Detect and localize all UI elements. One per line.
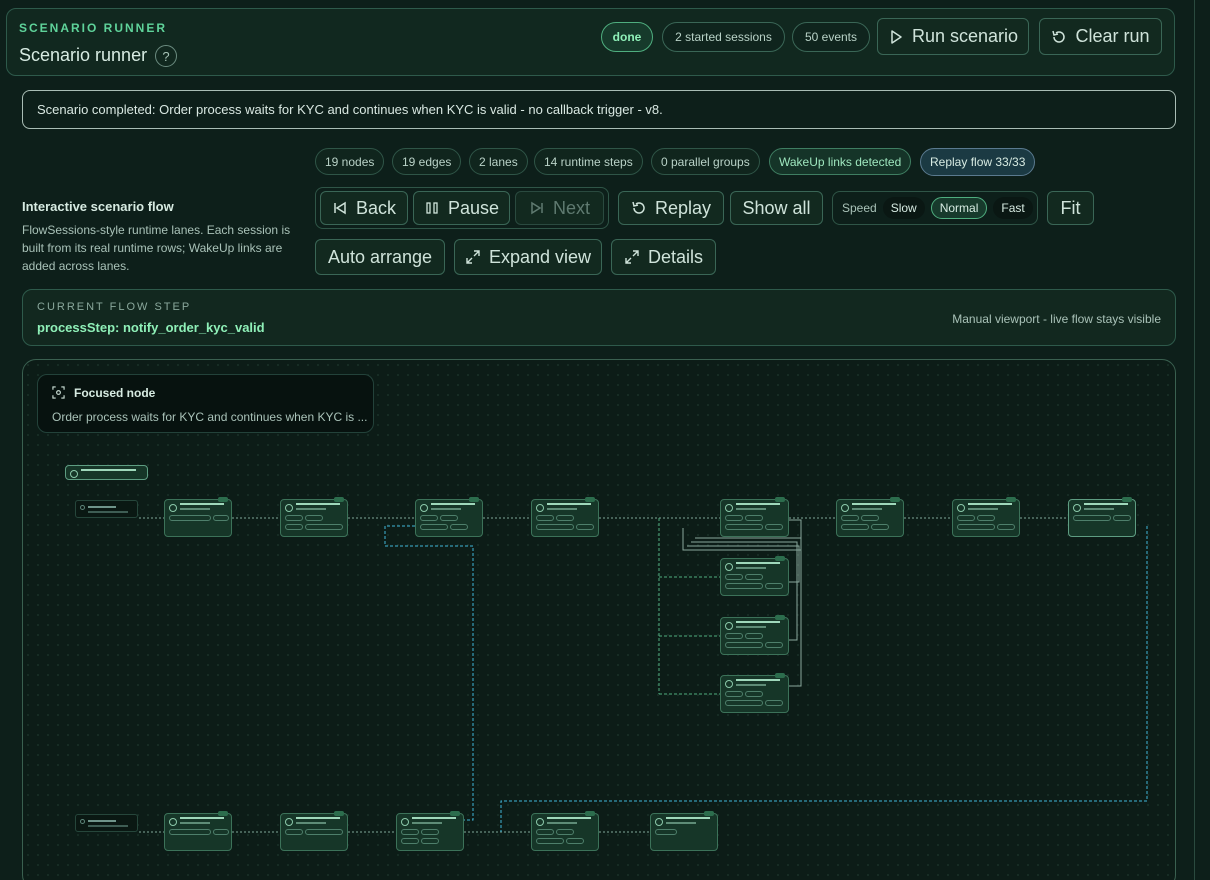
node-lane2-start[interactable]: [75, 814, 138, 832]
flow-edges: [139, 517, 1148, 833]
expand-view-label: Expand view: [488, 246, 592, 267]
node-lane1-step7[interactable]: [952, 497, 1020, 537]
replay-button[interactable]: Replay: [618, 191, 724, 225]
node-lane1-step1[interactable]: [164, 497, 232, 537]
expand-icon: [466, 250, 480, 264]
play-icon: [891, 29, 902, 44]
speed-selector: Speed Slow Normal Fast: [832, 191, 1038, 225]
next-label: Next: [552, 197, 590, 218]
page-scrollbar[interactable]: [1194, 0, 1210, 880]
node-lane1-step6[interactable]: [836, 497, 904, 537]
details-button[interactable]: Details: [611, 239, 716, 275]
current-flow-step-panel: CURRENT FLOW STEP processStep: notify_or…: [22, 289, 1176, 346]
speed-fast-option[interactable]: Fast: [993, 197, 1033, 219]
reset-icon: [632, 201, 645, 214]
node-notify-order-kyc-valid[interactable]: [1068, 497, 1136, 537]
skip-back-icon: [334, 201, 346, 215]
replay-flow-chip[interactable]: Replay flow 33/33: [920, 148, 1036, 176]
expand-view-button[interactable]: Expand view: [454, 239, 602, 275]
help-button[interactable]: ?: [155, 45, 177, 67]
parallel-groups-chip: 0 parallel groups: [651, 148, 760, 175]
node-branch-1[interactable]: [720, 556, 789, 596]
pause-label: Pause: [447, 197, 500, 218]
node-lane2-step1[interactable]: [164, 811, 232, 851]
auto-arrange-button[interactable]: Auto arrange: [315, 239, 445, 275]
next-button[interactable]: Next: [515, 191, 604, 225]
flow-title: Interactive scenario flow: [22, 199, 174, 214]
node-lane1-step3[interactable]: [415, 497, 483, 537]
run-scenario-label: Run scenario: [911, 26, 1019, 46]
fit-button[interactable]: Fit: [1047, 191, 1094, 225]
replay-label: Replay: [654, 197, 712, 218]
page-title: Scenario runner: [19, 45, 148, 65]
skip-forward-icon: [531, 201, 543, 215]
flow-canvas[interactable]: Focused node Order process waits for KYC…: [22, 359, 1176, 880]
show-all-button[interactable]: Show all: [730, 191, 823, 225]
current-step-value: processStep: notify_order_kyc_valid: [37, 320, 265, 335]
expand-icon: [625, 250, 639, 264]
node-scenario-label[interactable]: [65, 465, 148, 480]
header-eyebrow: SCENARIO RUNNER: [19, 21, 168, 35]
node-lane2-step3[interactable]: [396, 811, 464, 851]
node-lane2-step5[interactable]: [650, 811, 718, 851]
node-branch-2[interactable]: [720, 615, 789, 655]
status-badge: done: [601, 22, 653, 52]
back-button[interactable]: Back: [320, 191, 408, 225]
sessions-badge: 2 started sessions: [662, 22, 785, 52]
node-lane2-step2[interactable]: [280, 811, 348, 851]
flow-description: FlowSessions-style runtime lanes. Each s…: [22, 223, 291, 273]
node-lane2-step4[interactable]: [531, 811, 599, 851]
speed-normal-option[interactable]: Normal: [930, 197, 988, 219]
node-lane1-step5[interactable]: [720, 497, 789, 537]
edges-chip: 19 edges: [392, 148, 462, 175]
runtime-steps-chip: 14 runtime steps: [534, 148, 643, 175]
speed-slow-option[interactable]: Slow: [882, 197, 925, 219]
pause-button[interactable]: Pause: [413, 191, 510, 225]
lanes-chip: 2 lanes: [469, 148, 528, 175]
scenario-runner-header: SCENARIO RUNNER Scenario runner ? done 2…: [6, 8, 1175, 76]
node-branch-3[interactable]: [720, 673, 789, 713]
viewport-note: Manual viewport - live flow stays visibl…: [952, 312, 1161, 326]
node-lane1-step4[interactable]: [531, 497, 599, 537]
reset-icon: [1052, 30, 1066, 43]
details-label: Details: [647, 246, 704, 267]
completion-banner: Scenario completed: Order process waits …: [22, 90, 1176, 129]
pause-icon: [426, 202, 438, 214]
node-lane1-step2[interactable]: [280, 497, 348, 537]
nodes-chip: 19 nodes: [315, 148, 385, 175]
node-lane1-start[interactable]: [75, 500, 138, 518]
clear-run-button[interactable]: Clear run: [1039, 18, 1162, 55]
clear-run-label: Clear run: [1075, 26, 1150, 46]
speed-label: Speed: [842, 201, 877, 215]
wakeup-links-chip: WakeUp links detected: [769, 148, 912, 175]
events-badge: 50 events: [792, 22, 870, 52]
current-step-label: CURRENT FLOW STEP: [37, 301, 192, 313]
run-scenario-button[interactable]: Run scenario: [877, 18, 1029, 55]
back-label: Back: [355, 197, 397, 218]
